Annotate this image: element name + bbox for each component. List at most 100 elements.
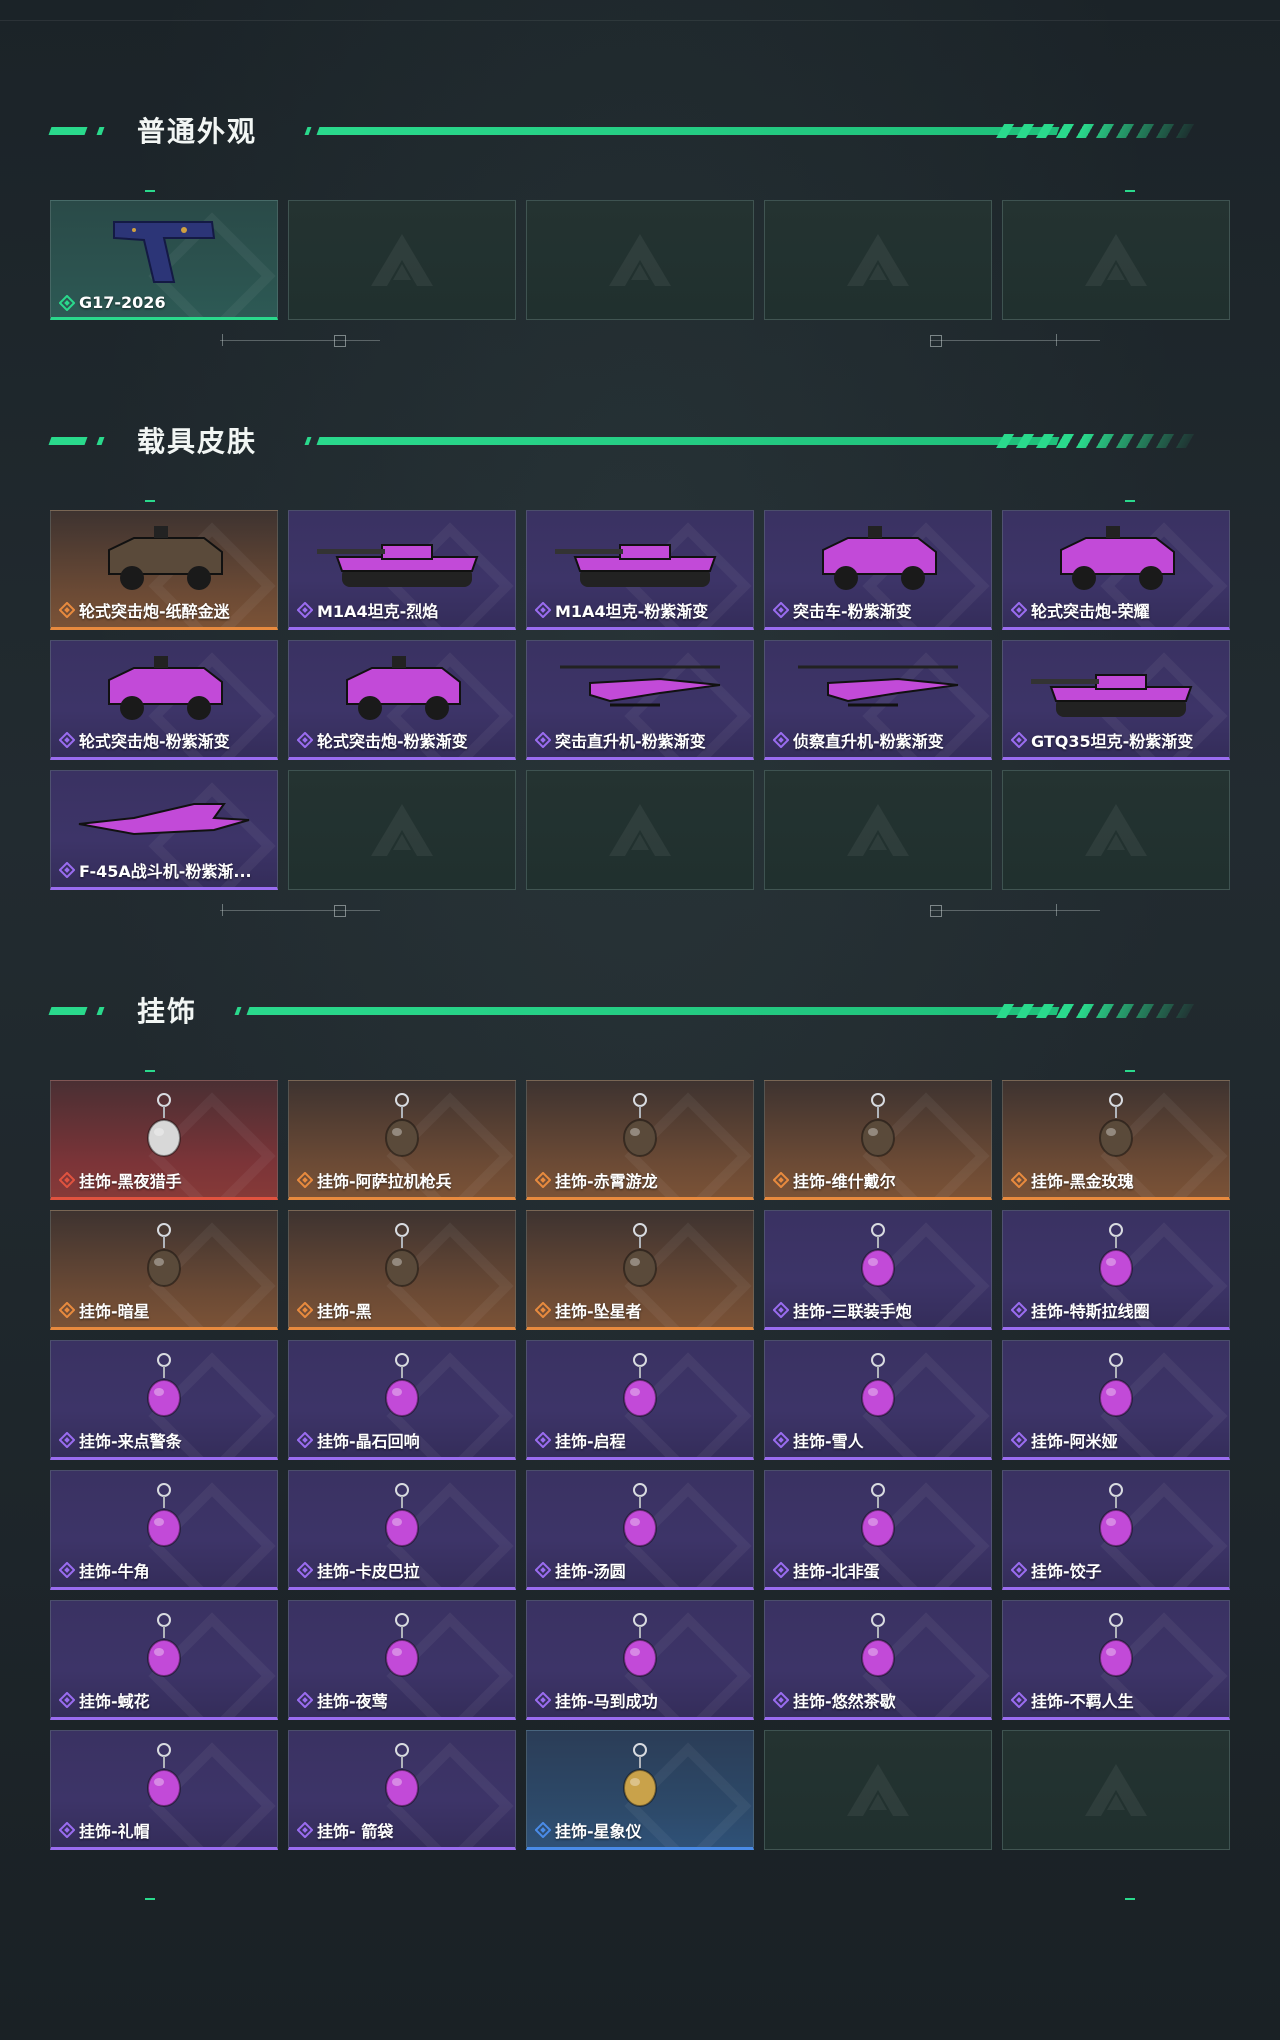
item-label-row: 挂饰-黑夜猎手 bbox=[59, 1168, 273, 1192]
assault-vehicle-icon bbox=[822, 525, 937, 590]
charm-astrolabe-icon bbox=[623, 1742, 657, 1807]
empty-slot bbox=[764, 770, 992, 890]
item-card[interactable]: 挂饰-晶石回响 bbox=[288, 1340, 516, 1460]
corner-tick bbox=[1125, 190, 1135, 192]
item-grid: G17-2026 bbox=[50, 200, 1230, 320]
item-card[interactable]: 挂饰-雪人 bbox=[764, 1340, 992, 1460]
item-card[interactable]: 挂饰-阿萨拉机枪兵 bbox=[288, 1080, 516, 1200]
charm-crystal-icon bbox=[623, 1222, 657, 1287]
item-card[interactable]: 挂饰-维什戴尔 bbox=[764, 1080, 992, 1200]
charm-quiver-icon bbox=[385, 1742, 419, 1807]
item-card[interactable]: 挂饰-北非蛋 bbox=[764, 1470, 992, 1590]
header-accent bbox=[48, 437, 88, 445]
rarity-diamond-icon bbox=[1011, 1302, 1027, 1318]
item-card[interactable]: 轮式突击炮-荣耀 bbox=[1002, 510, 1230, 630]
placeholder-logo-icon bbox=[1085, 1764, 1147, 1816]
section-header: 载具皮肤 bbox=[0, 410, 1280, 470]
top-divider bbox=[0, 20, 1280, 21]
section-title: 载具皮肤 bbox=[137, 425, 258, 458]
separator-line bbox=[220, 340, 380, 341]
item-name: 挂饰-礼帽 bbox=[79, 1822, 150, 1841]
item-name: 挂饰-蜮花 bbox=[79, 1692, 150, 1711]
item-name: 挂饰-启程 bbox=[555, 1432, 626, 1451]
charm-dragon-icon bbox=[623, 1092, 657, 1157]
item-card[interactable]: 挂饰-马到成功 bbox=[526, 1600, 754, 1720]
item-name: 轮式突击炮-纸醉金迷 bbox=[79, 602, 230, 621]
separator-tick bbox=[222, 904, 223, 916]
item-name: 挂饰- 箭袋 bbox=[317, 1822, 394, 1841]
rarity-diamond-icon bbox=[773, 1692, 789, 1708]
item-label-row: M1A4坦克-烈焰 bbox=[297, 598, 511, 622]
rarity-diamond-icon bbox=[297, 1302, 313, 1318]
section-header: 普通外观 bbox=[0, 100, 1280, 160]
item-card[interactable]: 挂饰- 箭袋 bbox=[288, 1730, 516, 1850]
rarity-diamond-icon bbox=[59, 1692, 75, 1708]
item-name: 突击直升机-粉紫渐变 bbox=[555, 732, 706, 751]
armored-car-icon bbox=[108, 655, 223, 720]
rarity-diamond-icon bbox=[297, 1692, 313, 1708]
item-name: 挂饰-不羁人生 bbox=[1031, 1692, 1134, 1711]
item-card[interactable]: 挂饰-阿米娅 bbox=[1002, 1340, 1230, 1460]
empty-slot bbox=[1002, 770, 1230, 890]
item-card[interactable]: 挂饰-礼帽 bbox=[50, 1730, 278, 1850]
item-card[interactable]: 挂饰-三联装手炮 bbox=[764, 1210, 992, 1330]
empty-slot bbox=[1002, 1730, 1230, 1850]
item-name: 挂饰-饺子 bbox=[1031, 1562, 1102, 1581]
corner-tick bbox=[1125, 1898, 1135, 1900]
item-card[interactable]: 挂饰-暗星 bbox=[50, 1210, 278, 1330]
item-card[interactable]: 挂饰-汤圆 bbox=[526, 1470, 754, 1590]
item-card[interactable]: F-45A战斗机-粉紫渐... bbox=[50, 770, 278, 890]
item-card[interactable]: 轮式突击炮-粉紫渐变 bbox=[288, 640, 516, 760]
item-card[interactable]: 轮式突击炮-粉紫渐变 bbox=[50, 640, 278, 760]
item-card[interactable]: 挂饰-卡皮巴拉 bbox=[288, 1470, 516, 1590]
rarity-diamond-icon bbox=[1011, 1562, 1027, 1578]
item-card[interactable]: 挂饰-悠然茶歇 bbox=[764, 1600, 992, 1720]
item-card[interactable]: 挂饰-夜莺 bbox=[288, 1600, 516, 1720]
item-card[interactable]: 挂饰-蜮花 bbox=[50, 1600, 278, 1720]
item-card[interactable]: 挂饰-来点警条 bbox=[50, 1340, 278, 1460]
item-card[interactable]: G17-2026 bbox=[50, 200, 278, 320]
item-card[interactable]: M1A4坦克-粉紫渐变 bbox=[526, 510, 754, 630]
charm-snowman-icon bbox=[861, 1352, 895, 1417]
item-name: 挂饰-暗星 bbox=[79, 1302, 150, 1321]
item-card[interactable]: 侦察直升机-粉紫渐变 bbox=[764, 640, 992, 760]
item-name: 挂饰-特斯拉线圈 bbox=[1031, 1302, 1150, 1321]
item-card[interactable]: M1A4坦克-烈焰 bbox=[288, 510, 516, 630]
item-card[interactable]: 挂饰-黑夜猎手 bbox=[50, 1080, 278, 1200]
item-card[interactable]: 轮式突击炮-纸醉金迷 bbox=[50, 510, 278, 630]
item-card[interactable]: 挂饰-黑金玫瑰 bbox=[1002, 1080, 1230, 1200]
rarity-diamond-icon bbox=[59, 294, 75, 311]
item-card[interactable]: 挂饰-黑 bbox=[288, 1210, 516, 1330]
header-accent bbox=[304, 437, 312, 445]
header-checker bbox=[995, 1004, 1205, 1018]
item-card[interactable]: 突击车-粉紫渐变 bbox=[764, 510, 992, 630]
item-card[interactable]: 挂饰-赤霄游龙 bbox=[526, 1080, 754, 1200]
item-card[interactable]: 挂饰-特斯拉线圈 bbox=[1002, 1210, 1230, 1330]
section-title: 普通外观 bbox=[137, 115, 258, 148]
empty-slot bbox=[764, 200, 992, 320]
item-card[interactable]: 突击直升机-粉紫渐变 bbox=[526, 640, 754, 760]
placeholder-logo-icon bbox=[847, 1764, 909, 1816]
item-card[interactable]: 挂饰-饺子 bbox=[1002, 1470, 1230, 1590]
item-card[interactable]: 挂饰-星象仪 bbox=[526, 1730, 754, 1850]
item-label-row: 挂饰-马到成功 bbox=[535, 1688, 749, 1712]
item-card[interactable]: 挂饰-启程 bbox=[526, 1340, 754, 1460]
item-label-row: 挂饰-黑 bbox=[297, 1298, 511, 1322]
charm-box-icon bbox=[147, 1352, 181, 1417]
charm-medal-icon bbox=[623, 1352, 657, 1417]
placeholder-logo-icon bbox=[847, 804, 909, 856]
tank-icon bbox=[317, 543, 479, 587]
item-label-row: 挂饰-阿萨拉机枪兵 bbox=[297, 1168, 511, 1192]
section-separator bbox=[40, 334, 1240, 348]
item-card[interactable]: 挂饰-牛角 bbox=[50, 1470, 278, 1590]
header-checker bbox=[995, 434, 1205, 448]
item-card[interactable]: GTQ35坦克-粉紫渐变 bbox=[1002, 640, 1230, 760]
item-grid: 轮式突击炮-纸醉金迷 M1A4坦克-烈焰 M1A4坦克-粉紫渐变 突击车-粉紫渐… bbox=[50, 510, 1230, 890]
rarity-diamond-icon bbox=[297, 1432, 313, 1448]
item-card[interactable]: 挂饰-不羁人生 bbox=[1002, 1600, 1230, 1720]
rarity-diamond-icon bbox=[297, 1822, 313, 1838]
header-accent bbox=[96, 1007, 105, 1015]
item-label-row: 挂饰-三联装手炮 bbox=[773, 1298, 987, 1322]
item-card[interactable]: 挂饰-坠星者 bbox=[526, 1210, 754, 1330]
item-label-row: 挂饰-汤圆 bbox=[535, 1558, 749, 1582]
